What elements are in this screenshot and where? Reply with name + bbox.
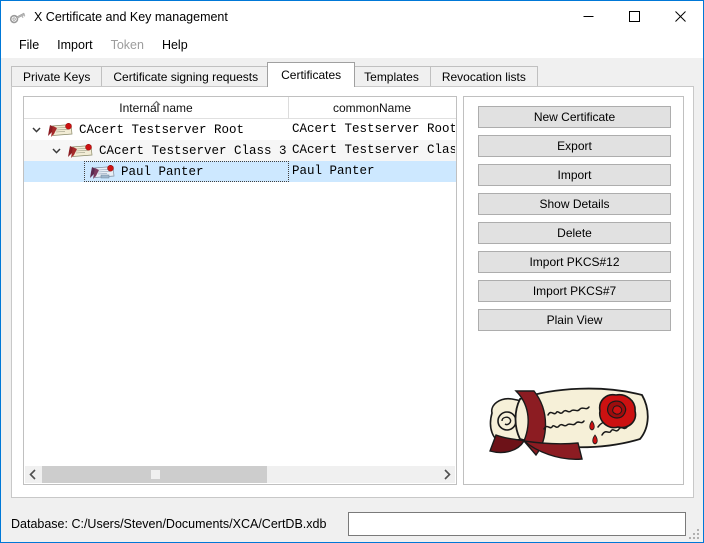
tab-certificate-signing-requests[interactable]: Certificate signing requests xyxy=(101,66,270,87)
tree-cell-internal-name: CAcert Testserver Class 3 xyxy=(24,140,289,161)
menu-item-token: Token xyxy=(102,35,153,55)
status-search-input[interactable] xyxy=(348,512,686,536)
chevron-down-icon[interactable] xyxy=(30,123,43,136)
tab-certificates[interactable]: Certificates xyxy=(267,62,355,87)
minimize-button[interactable] xyxy=(565,1,611,32)
import-pkcs12-button[interactable]: Import PKCS#12 xyxy=(478,251,671,273)
tree-rows: CAcert Testserver Root CAcert Testserver… xyxy=(24,119,456,462)
certificate-scroll-artwork xyxy=(474,369,674,479)
tab-templates[interactable]: Templates xyxy=(352,66,431,87)
menu-bar: File Import Token Help xyxy=(1,32,703,58)
tree-cell-internal-name: Paul Panter xyxy=(84,161,289,182)
table-row[interactable]: CAcert Testserver Class 3 CAcert Testser… xyxy=(24,140,456,161)
delete-button[interactable]: Delete xyxy=(478,222,671,244)
row-internal-name: Paul Panter xyxy=(119,165,204,179)
row-common-name: CAcert Testserver Root xyxy=(289,119,455,140)
application-window: X Certificate and Key management File Im… xyxy=(0,0,704,543)
column-header-internal-name[interactable]: Internal name xyxy=(24,97,289,119)
scrollbar-thumb[interactable] xyxy=(42,466,267,483)
certificate-key-icon xyxy=(89,164,115,180)
row-common-name: Paul Panter xyxy=(289,161,455,182)
horizontal-scrollbar[interactable] xyxy=(25,466,455,483)
tab-private-keys[interactable]: Private Keys xyxy=(11,66,102,87)
resize-grip[interactable] xyxy=(687,527,699,539)
maximize-button[interactable] xyxy=(611,1,657,32)
scrollbar-track[interactable] xyxy=(42,466,438,483)
status-bar: Database: C:/Users/Steven/Documents/XCA/… xyxy=(2,506,702,542)
title-bar: X Certificate and Key management xyxy=(1,1,703,32)
window-title: X Certificate and Key management xyxy=(34,10,228,24)
tree-header-row: Internal name commonName xyxy=(24,97,456,119)
row-common-name: CAcert Testserver Class xyxy=(289,140,455,161)
scroll-left-arrow-icon[interactable] xyxy=(25,466,42,483)
menu-item-import[interactable]: Import xyxy=(48,35,101,55)
tab-bar: Private Keys Certificate signing request… xyxy=(11,63,537,87)
menu-item-file[interactable]: File xyxy=(10,35,48,55)
table-row[interactable]: CAcert Testserver Root CAcert Testserver… xyxy=(24,119,456,140)
scroll-right-arrow-icon[interactable] xyxy=(438,466,455,483)
export-button[interactable]: Export xyxy=(478,135,671,157)
plain-view-button[interactable]: Plain View xyxy=(478,309,671,331)
import-pkcs7-button[interactable]: Import PKCS#7 xyxy=(478,280,671,302)
scrollbar-thumb-grip xyxy=(151,470,160,479)
window-controls xyxy=(565,1,703,32)
certificate-tree[interactable]: Internal name commonName xyxy=(23,96,457,485)
table-row[interactable]: Paul Panter Paul Panter xyxy=(24,161,456,182)
chevron-down-icon[interactable] xyxy=(50,144,63,157)
tab-revocation-lists[interactable]: Revocation lists xyxy=(430,66,538,87)
action-button-panel: New Certificate Export Import Show Detai… xyxy=(463,96,684,485)
row-internal-name: CAcert Testserver Class 3 xyxy=(97,144,287,158)
certificate-icon xyxy=(47,122,73,138)
new-certificate-button[interactable]: New Certificate xyxy=(478,106,671,128)
import-button[interactable]: Import xyxy=(478,164,671,186)
close-button[interactable] xyxy=(657,1,703,32)
certificate-icon xyxy=(67,143,93,159)
certificates-panel: Internal name commonName xyxy=(11,86,694,498)
column-header-common-name[interactable]: commonName xyxy=(289,97,455,119)
sort-ascending-icon xyxy=(152,97,161,101)
common-name-label: commonName xyxy=(333,101,411,115)
row-internal-name: CAcert Testserver Root xyxy=(77,123,244,137)
database-path-label: Database: C:/Users/Steven/Documents/XCA/… xyxy=(11,517,326,531)
key-icon xyxy=(9,8,27,26)
show-details-button[interactable]: Show Details xyxy=(478,193,671,215)
client-area: Private Keys Certificate signing request… xyxy=(2,58,702,506)
menu-item-help[interactable]: Help xyxy=(153,35,197,55)
tree-cell-internal-name: CAcert Testserver Root xyxy=(24,119,289,140)
